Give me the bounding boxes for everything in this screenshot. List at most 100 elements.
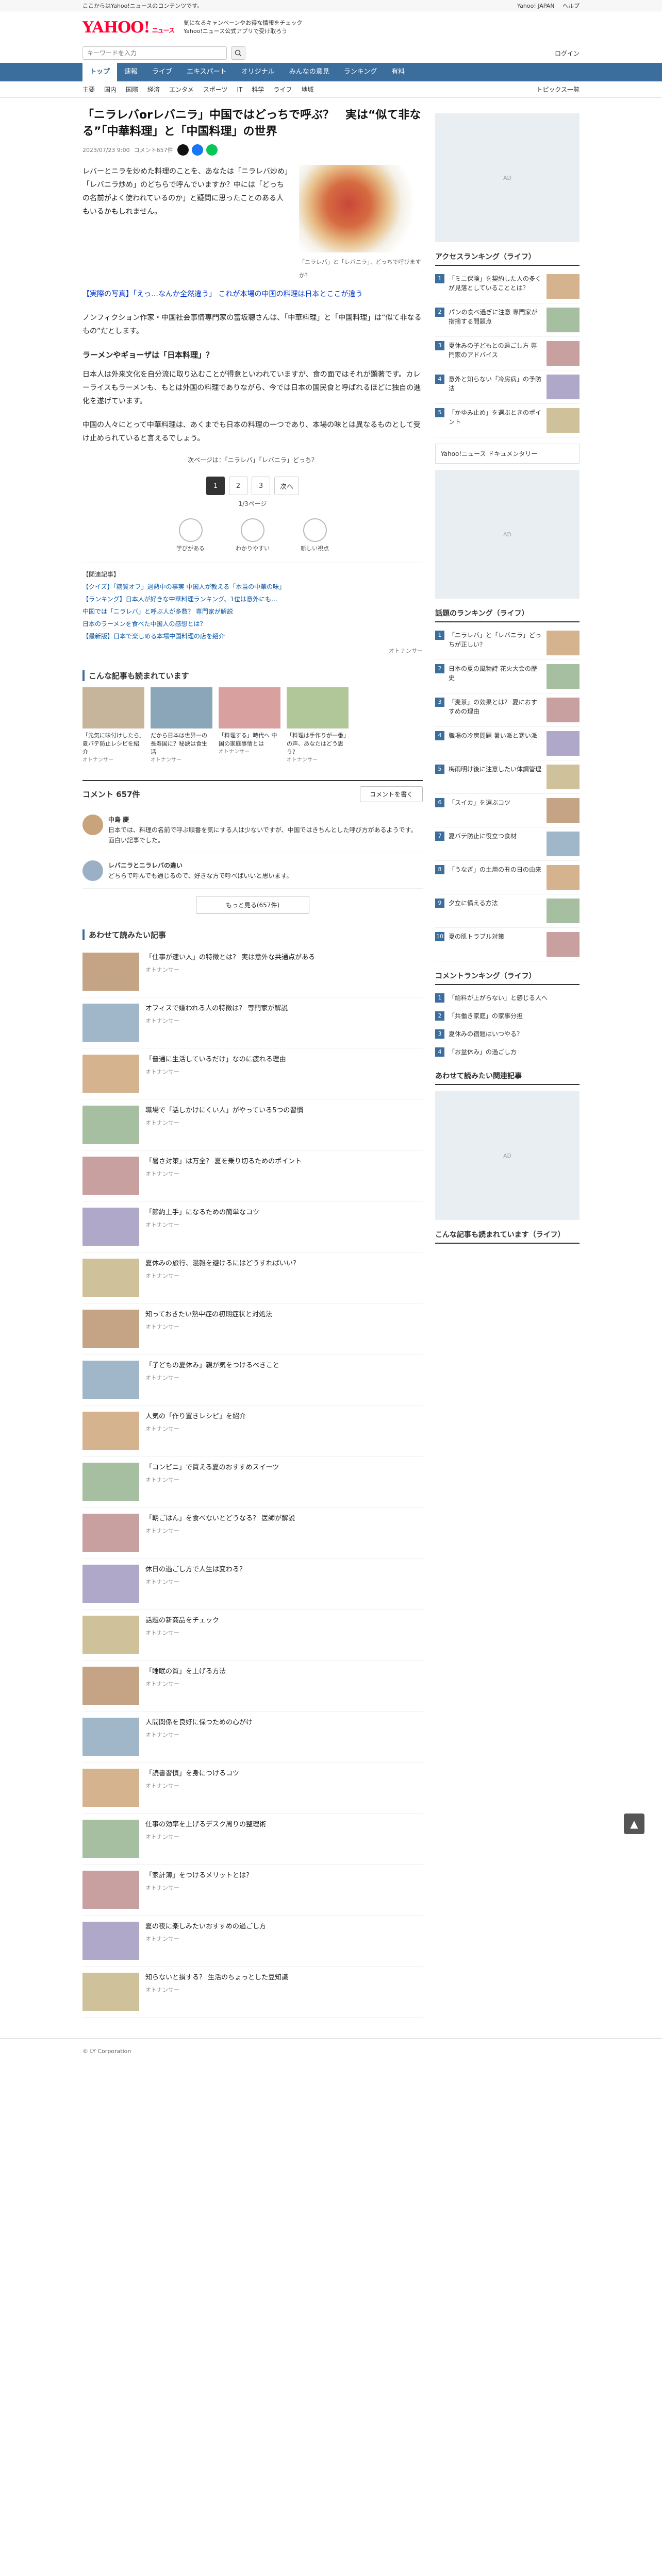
list-item[interactable]: 職場で「話しかけにくい人」がやっている5つの習慣 オトナンサー — [82, 1099, 423, 1150]
nav-opinion[interactable]: みんなの意見 — [282, 63, 337, 81]
list-item[interactable]: 人気の「作り置きレシピ」を紹介 オトナンサー — [82, 1405, 423, 1456]
list-item[interactable]: 休日の過ごし方で人生は変わる？ オトナンサー — [82, 1558, 423, 1609]
cat-sports[interactable]: スポーツ — [203, 85, 228, 94]
ranking-item[interactable]: 3 夏休みの宿題はいつやる？ — [435, 1025, 580, 1043]
cat-entertainment[interactable]: エンタメ — [169, 85, 194, 94]
ranking-item[interactable]: 6 「スイカ」を選ぶコツ — [435, 794, 580, 827]
nav-ranking[interactable]: ランキング — [337, 63, 385, 81]
nav-expert[interactable]: エキスパート — [179, 63, 234, 81]
cat-economy[interactable]: 経済 — [147, 85, 160, 94]
ranking-item[interactable]: 8 「うなぎ」の土用の丑の日の由来 — [435, 861, 580, 894]
ranking-item[interactable]: 3 「麦茶」の効果とは？ 夏におすすめの理由 — [435, 693, 580, 727]
comment-count-link[interactable]: コメント657件 — [134, 146, 173, 154]
list-item[interactable]: 話題の新商品をチェック オトナンサー — [82, 1609, 423, 1660]
ranking-item[interactable]: 5 「かゆみ止め」を選ぶときのポイント — [435, 404, 580, 437]
documentary-box[interactable]: Yahoo!ニュース ドキュメンタリー — [435, 444, 580, 464]
recommend-card[interactable]: 「料理は手作りが一番」の声、あなたはどう思う？ オトナンサー — [287, 687, 349, 765]
help-link[interactable]: ヘルプ — [562, 3, 580, 9]
reaction-new-view[interactable]: 新しい視点 — [301, 518, 329, 552]
list-item[interactable]: 夏の夜に楽しみたいおすすめの過ごし方 オトナンサー — [82, 1916, 423, 1967]
ranking-item[interactable]: 3 夏休みの子どもとの過ごし方 専門家のアドバイス — [435, 337, 580, 370]
list-item[interactable]: 「仕事が速い人」の特徴とは？ 実は意外な共通点がある オトナンサー — [82, 946, 423, 997]
top-notice-link[interactable]: ここからはYahoo!ニュースのコンテンツです。 — [82, 2, 203, 10]
write-comment-button[interactable]: コメントを書く — [359, 786, 423, 802]
related-link[interactable]: 中国では「ニラレバ」と呼ぶ人が多数？ 専門家が解説 — [82, 606, 423, 617]
ad-slot[interactable]: AD — [435, 113, 580, 242]
list-item[interactable]: 「朝ごはん」を食べないとどうなる？ 医師が解説 オトナンサー — [82, 1507, 423, 1558]
photo-link[interactable]: 【実際の写真】「えっ…なんか全然違う」 これが本場の中国の料理は日本とここが違う — [82, 287, 423, 301]
line-share-icon[interactable] — [206, 144, 218, 156]
more-comments-button[interactable]: もっと見る(657件) — [196, 896, 309, 914]
list-item[interactable]: 「子どもの夏休み」親が気をつけるべきこと オトナンサー — [82, 1354, 423, 1405]
lead-photo[interactable] — [299, 165, 423, 252]
ranking-item[interactable]: 2 日本の夏の風物詩 花火大会の歴史 — [435, 660, 580, 693]
list-item[interactable]: 知らないと損する？ 生活のちょっとした豆知識 オトナンサー — [82, 1967, 423, 2018]
facebook-share-icon[interactable] — [191, 144, 203, 156]
ranking-item[interactable]: 1 「ニラレバ」と「レバニラ」どっちが正しい？ — [435, 626, 580, 660]
page-1-button[interactable]: 1 — [206, 477, 225, 495]
ranking-item[interactable]: 7 夏バテ防止に役立つ食材 — [435, 827, 580, 861]
list-item[interactable]: 知っておきたい熱中症の初期症状と対処法 オトナンサー — [82, 1303, 423, 1354]
list-item[interactable]: 「睡眠の質」を上げる方法 オトナンサー — [82, 1660, 423, 1711]
x-share-icon[interactable] — [177, 144, 189, 156]
list-item[interactable]: 人間関係を良好に保つための心がけ オトナンサー — [82, 1711, 423, 1762]
ranking-item[interactable]: 4 「お盆休み」の過ごし方 — [435, 1043, 580, 1061]
yahoo-japan-link[interactable]: Yahoo! JAPAN — [517, 3, 555, 9]
cat-local[interactable]: 地域 — [301, 85, 313, 94]
list-item[interactable]: 夏休みの旅行、混雑を避けるにはどうすればいい？ オトナンサー — [82, 1252, 423, 1303]
reaction-clear[interactable]: わかりやすい — [236, 518, 270, 552]
ad-slot[interactable]: AD — [435, 470, 580, 599]
list-item[interactable]: 仕事の効率を上げるデスク周りの整理術 オトナンサー — [82, 1814, 423, 1865]
ranking-item[interactable]: 9 夕立に備える方法 — [435, 894, 580, 928]
reaction-learn[interactable]: 学びがある — [176, 518, 205, 552]
cat-main[interactable]: 主要 — [82, 85, 95, 94]
article-source[interactable]: オトナンサー — [82, 647, 423, 655]
cat-life[interactable]: ライフ — [273, 85, 292, 94]
search-input[interactable] — [82, 46, 227, 60]
related-link[interactable]: 日本のラーメンを食べた中国人の感想とは？ — [82, 619, 423, 629]
nav-original[interactable]: オリジナル — [234, 63, 282, 81]
ranking-item[interactable]: 1 「給料が上がらない」と感じる人へ — [435, 989, 580, 1007]
commenter-name[interactable]: 中島 慶 — [108, 815, 423, 825]
ranking-item[interactable]: 5 梅雨明け後に注意したい体調管理 — [435, 760, 580, 794]
list-item[interactable]: 「暑さ対策」は万全？ 夏を乗り切るためのポイント オトナンサー — [82, 1150, 423, 1201]
commenter-name[interactable]: レバニラとニラレバの違い — [108, 860, 292, 871]
related-link[interactable]: 【最新版】日本で楽しめる本場中国料理の店を紹介 — [82, 631, 423, 641]
cat-science[interactable]: 科学 — [252, 85, 264, 94]
ad-slot[interactable]: AD — [435, 1091, 580, 1220]
next-page-button[interactable]: 次へ — [274, 477, 299, 495]
cat-domestic[interactable]: 国内 — [104, 85, 117, 94]
recommend-card[interactable]: だから日本は世界一の長寿国に？秘訣は食生活 オトナンサー — [151, 687, 212, 765]
related-link[interactable]: 【クイズ】「糖質オフ」過熱中の事実 中国人が教える「本当の中華の味」 — [82, 582, 423, 592]
related-link[interactable]: 【ランキング】日本人が好きな中華料理ランキング、1位は意外にも… — [82, 594, 423, 604]
nav-paid[interactable]: 有料 — [384, 63, 412, 81]
nav-top[interactable]: トップ — [82, 63, 118, 81]
recommend-card[interactable]: 「料理する」時代へ 中国の家庭事情とは オトナンサー — [219, 687, 280, 765]
cat-it[interactable]: IT — [237, 86, 242, 93]
ranking-item[interactable]: 4 意外と知らない「冷房病」の予防法 — [435, 370, 580, 404]
nav-live[interactable]: ライブ — [145, 63, 179, 81]
list-item[interactable]: 「コンビニ」で買える夏のおすすめスイーツ オトナンサー — [82, 1456, 423, 1507]
login-link[interactable]: ログイン — [555, 49, 580, 58]
ranking-item[interactable]: 2 「共働き家庭」の家事分担 — [435, 1007, 580, 1025]
page-3-button[interactable]: 3 — [251, 477, 270, 495]
list-item[interactable]: 「節約上手」になるための簡単なコツ オトナンサー — [82, 1201, 423, 1252]
search-button[interactable] — [231, 46, 245, 60]
topics-list-link[interactable]: トピックス一覧 — [536, 85, 580, 94]
page-2-button[interactable]: 2 — [228, 477, 247, 495]
list-item[interactable]: オフィスで嫌われる人の特徴は？ 専門家が解説 オトナンサー — [82, 997, 423, 1048]
yahoo-news-logo[interactable]: YAHOO! ニュース — [82, 19, 175, 37]
ranking-item[interactable]: 4 職場の冷房問題 暑い派と寒い派 — [435, 727, 580, 760]
ranking-item[interactable]: 10 夏の肌トラブル対策 — [435, 928, 580, 961]
cat-world[interactable]: 国際 — [126, 85, 138, 94]
list-item[interactable]: 「普通に生活しているだけ」なのに疲れる理由 オトナンサー — [82, 1048, 423, 1099]
ranking-item[interactable]: 2 パンの食べ過ぎに注意 専門家が指摘する問題点 — [435, 303, 580, 337]
recommend-card[interactable]: 「元気に味付けしたら」夏バテ防止レシピを紹介 オトナンサー — [82, 687, 144, 765]
app-promo[interactable]: 気になるキャンペーンやお得な情報をチェック Yahoo!ニュース公式アプリで受け… — [184, 19, 302, 36]
ranking-item[interactable]: 1 「ミニ保険」を契約した人の多くが見落としていることとは？ — [435, 270, 580, 303]
list-item[interactable]: 「家計簿」をつけるメリットとは？ オトナンサー — [82, 1865, 423, 1916]
back-to-top-button[interactable]: ▲ — [624, 1814, 644, 1834]
list-item[interactable]: 「読書習慣」を身につけるコツ オトナンサー — [82, 1762, 423, 1814]
nav-flash[interactable]: 速報 — [117, 63, 145, 81]
next-page-label[interactable]: 次ページは：「ニラレバ」「レバニラ」どっち？ — [82, 455, 423, 464]
